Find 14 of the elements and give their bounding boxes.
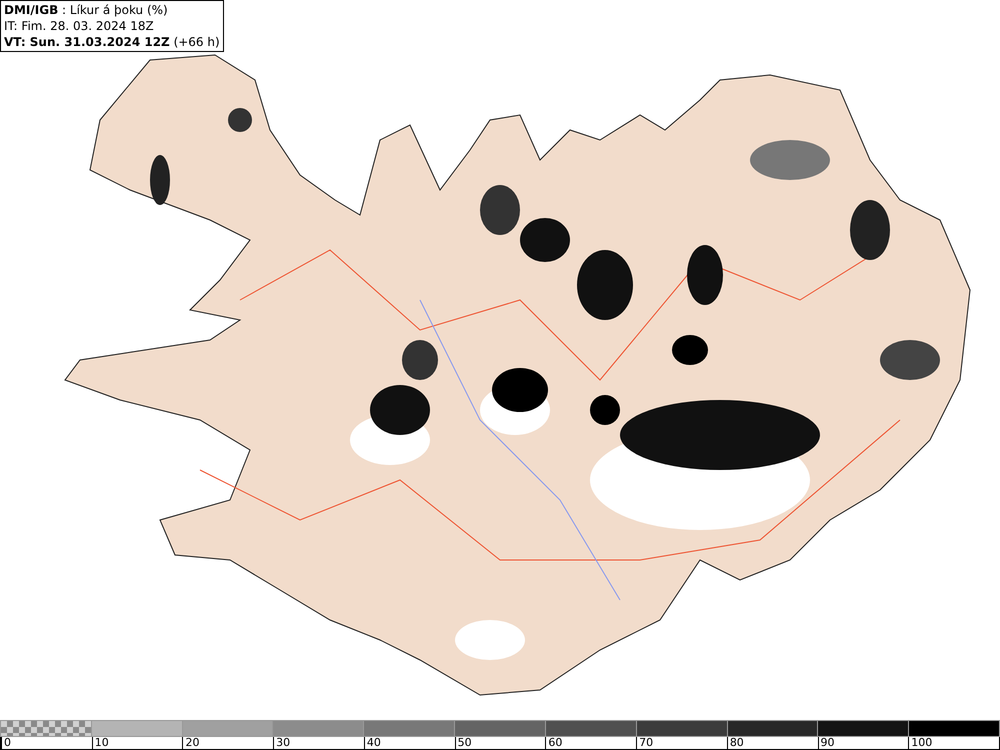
map-info-line: VT: Sun. 31.03.2024 12Z (+66 h) (4, 34, 220, 50)
scale-tick-label: 10 (92, 736, 109, 749)
scale-tick-label: 60 (545, 736, 562, 749)
scale-tick-label: 50 (454, 736, 472, 749)
map-info-line: DMI/IGB : Líkur á þoku (%) (4, 2, 169, 18)
scale-tick-label: 20 (182, 736, 200, 749)
scale-tick-label: 90 (818, 736, 835, 749)
scale-tick-label: 40 (364, 736, 381, 749)
scale-tick-label: 30 (273, 736, 290, 749)
scale-tick-label: 70 (636, 736, 654, 749)
scale-tick-label: 100 (908, 736, 932, 749)
map-info-line: IT: Fim. 28. 03. 2024 18Z (4, 18, 155, 34)
scale-tick-label: 0 (1, 736, 11, 749)
scale-tick-label: 80 (726, 736, 744, 749)
